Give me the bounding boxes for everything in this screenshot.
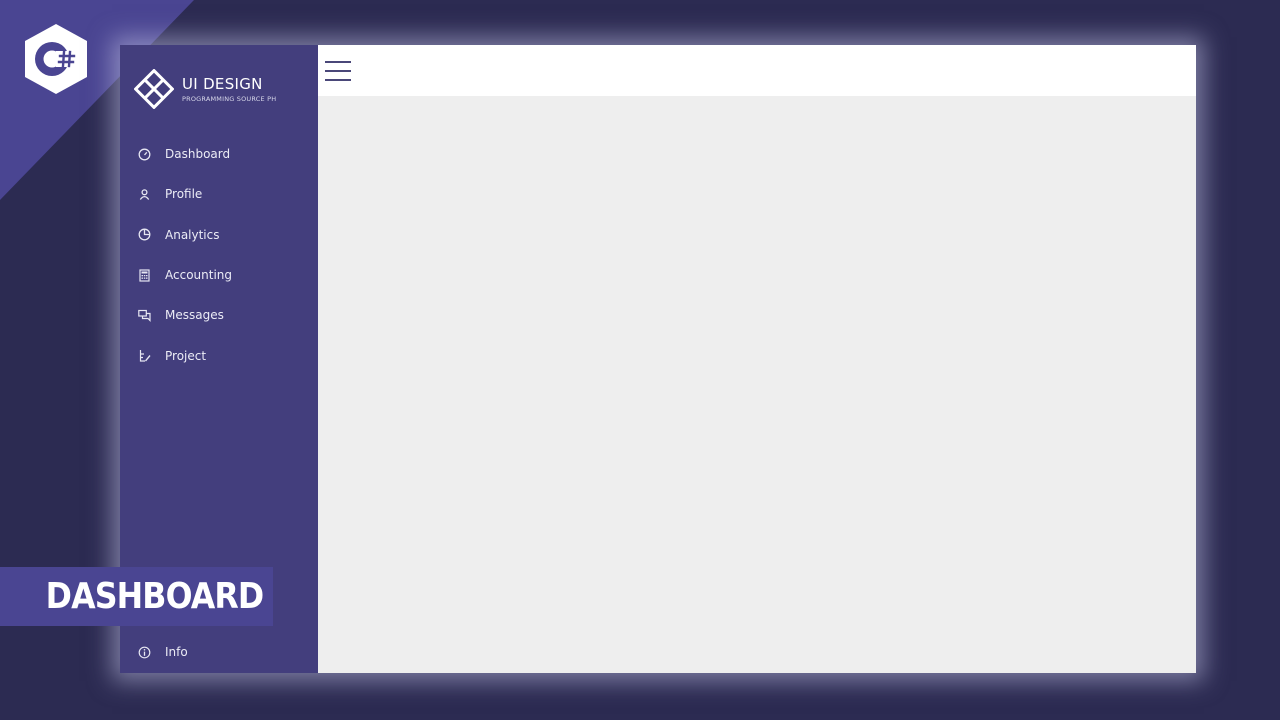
brand-subtitle: PROGRAMMING SOURCE PH xyxy=(182,94,277,103)
chat-icon xyxy=(138,309,151,322)
top-bar xyxy=(318,45,1196,96)
brand: UI DESIGN PROGRAMMING SOURCE PH xyxy=(133,68,277,110)
sidebar-item-analytics[interactable]: Analytics xyxy=(120,215,318,255)
pie-chart-icon xyxy=(138,228,151,241)
sidebar-item-label: Profile xyxy=(165,187,203,202)
dashboard-banner: DASHBOARD xyxy=(0,567,273,626)
sidebar-item-dashboard[interactable]: Dashboard xyxy=(120,134,318,174)
user-icon xyxy=(138,188,151,201)
app-window: UI DESIGN PROGRAMMING SOURCE PH Dashboar… xyxy=(120,45,1196,673)
screen: C# UI DESIGN PROGRAMMING SOURCE PH Dashb… xyxy=(0,0,1280,720)
calculator-icon xyxy=(138,268,151,282)
hamburger-icon[interactable] xyxy=(325,60,351,82)
sidebar-item-profile[interactable]: Profile xyxy=(120,174,318,214)
sidebar-item-project[interactable]: Project xyxy=(120,335,318,375)
brand-title: UI DESIGN xyxy=(182,74,263,93)
sidebar-item-label: Analytics xyxy=(165,227,220,242)
sidebar-item-label: Messages xyxy=(165,308,224,323)
project-icon xyxy=(138,349,151,362)
sidebar-item-accounting[interactable]: Accounting xyxy=(120,255,318,295)
sidebar-item-label: Dashboard xyxy=(165,147,231,162)
sidebar-nav: Dashboard Profile Analytics Accounting M… xyxy=(120,134,318,376)
sidebar-item-label: Info xyxy=(165,645,188,659)
diamond-grid-icon xyxy=(133,68,175,110)
main-area xyxy=(318,45,1196,673)
sidebar-item-label: Accounting xyxy=(165,268,233,283)
sidebar-item-messages[interactable]: Messages xyxy=(120,295,318,335)
content-panel xyxy=(318,96,1196,673)
gauge-icon xyxy=(138,148,151,161)
info-icon xyxy=(138,646,151,659)
sidebar-item-label: Project xyxy=(165,348,207,363)
csharp-hexagon-icon: C# xyxy=(22,22,90,96)
csharp-text: C# xyxy=(22,22,24,23)
sidebar-item-info[interactable]: Info xyxy=(120,641,318,663)
banner-title: DASHBOARD xyxy=(45,576,264,617)
